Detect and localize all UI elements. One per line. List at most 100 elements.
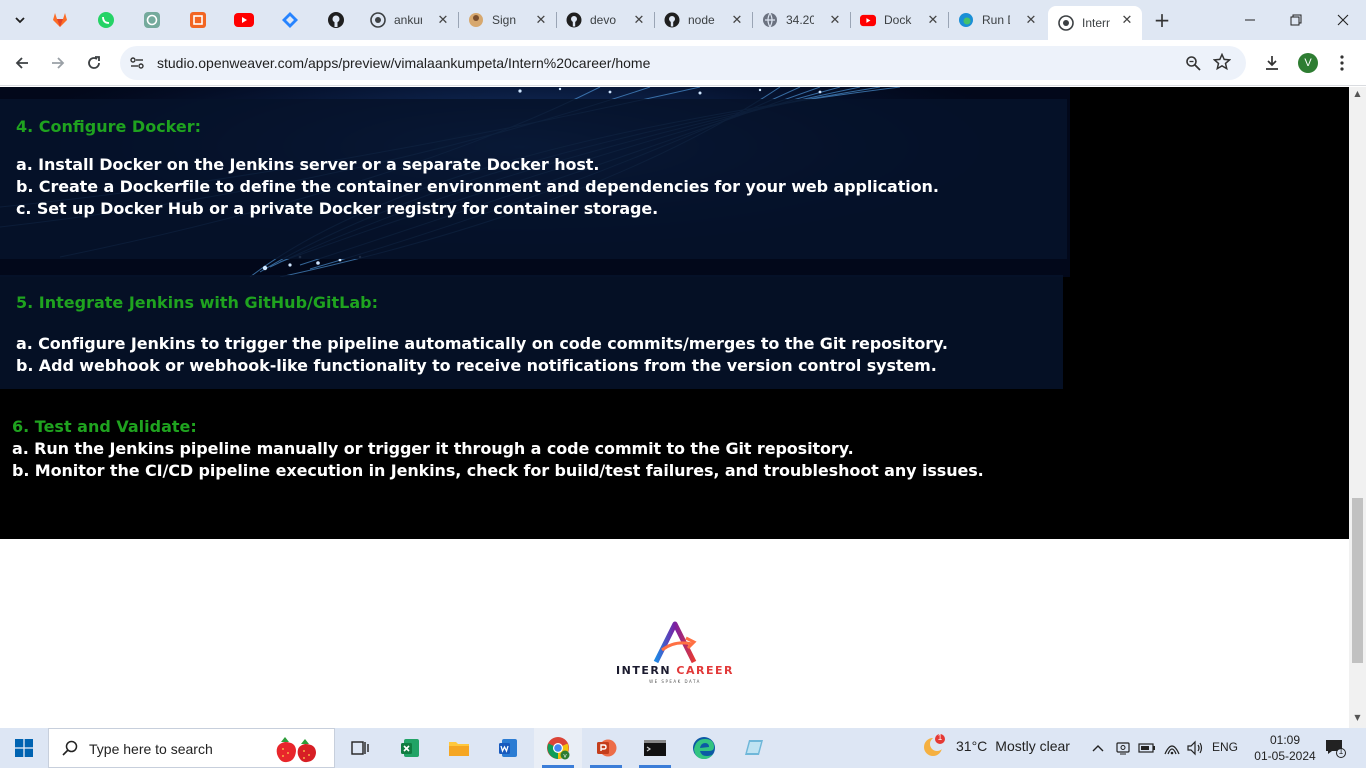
chevron-up-icon	[1092, 745, 1104, 752]
section-item: b. Add webhook or webhook-like functiona…	[16, 356, 937, 375]
browser-tab-strip: ankur ✕ Sign ✕ devo ✕ node ✕ 34.20 ✕ Doc…	[0, 0, 1366, 40]
youtube-icon	[234, 13, 254, 27]
section-item: a. Run the Jenkins pipeline manually or …	[12, 439, 854, 458]
tab-title: 34.20	[786, 13, 814, 27]
chatgpt-icon	[144, 12, 160, 28]
taskbar-clock[interactable]: 01:09 01-05-2024	[1250, 732, 1320, 764]
tab-item-active[interactable]: Intern ✕	[1048, 6, 1142, 40]
close-window-button[interactable]	[1323, 6, 1363, 34]
tab-title: Run D	[982, 13, 1010, 27]
zoom-icon[interactable]	[1184, 54, 1202, 72]
pinned-tab-gitlab[interactable]	[46, 8, 74, 32]
task-view-icon	[351, 741, 369, 755]
intern-career-logo-mark	[653, 621, 697, 664]
github-icon	[566, 12, 582, 28]
tab-item[interactable]: 34.20 ✕	[752, 6, 850, 34]
tab-title: node	[688, 13, 715, 27]
close-icon[interactable]: ✕	[1022, 11, 1040, 29]
taskbar-excel[interactable]	[386, 728, 434, 768]
tab-item[interactable]: devo ✕	[556, 6, 654, 34]
volume-tray[interactable]	[1185, 738, 1205, 758]
tab-item[interactable]: ankur ✕	[360, 6, 458, 34]
download-icon	[1266, 56, 1278, 70]
whatsapp-icon	[98, 12, 114, 28]
restore-button[interactable]	[1276, 6, 1316, 34]
pinned-tab-app[interactable]	[184, 8, 212, 32]
strawberry-highlight-icon	[276, 737, 316, 763]
tab-title: Sign	[492, 13, 517, 27]
taskbar-word[interactable]	[484, 728, 532, 768]
new-tab-button[interactable]: +	[1150, 8, 1174, 32]
pinned-tab-whatsapp[interactable]	[92, 8, 120, 32]
profile-avatar[interactable]: V	[1298, 53, 1318, 73]
logo-word-career: CAREER	[676, 664, 734, 677]
section-heading: 4. Configure Docker:	[16, 117, 202, 136]
language-indicator[interactable]: ENG	[1212, 740, 1238, 754]
address-bar[interactable]: studio.openweaver.com/apps/preview/vimal…	[120, 46, 1246, 80]
arrow-right-icon	[52, 57, 65, 69]
scroll-down-arrow-icon[interactable]: ▼	[1353, 714, 1362, 722]
wifi-tray[interactable]	[1162, 738, 1182, 758]
taskbar-app-window[interactable]	[729, 728, 777, 768]
tab-item[interactable]: Run D ✕	[948, 6, 1046, 34]
pinned-tab-github[interactable]	[322, 8, 350, 32]
arrow-left-icon	[15, 57, 28, 69]
section-item: a. Configure Jenkins to trigger the pipe…	[16, 334, 948, 353]
back-button[interactable]	[9, 50, 35, 76]
taskbar-file-explorer[interactable]	[435, 728, 483, 768]
start-button[interactable]	[0, 728, 48, 768]
intern-career-logo[interactable]: INTERN CAREER WE SPEAK DATA	[612, 620, 738, 688]
url-text[interactable]: studio.openweaver.com/apps/preview/vimal…	[157, 55, 650, 71]
scrollbar-thumb[interactable]	[1352, 498, 1363, 663]
taskbar-powerpoint[interactable]	[582, 728, 630, 768]
battery-tray[interactable]	[1137, 738, 1157, 758]
minimize-button[interactable]	[1230, 6, 1270, 34]
page-scrollbar[interactable]: ▲ ▼	[1349, 87, 1366, 728]
taskbar-edge[interactable]	[680, 728, 728, 768]
meet-now-tray[interactable]	[1113, 738, 1133, 758]
grid-app-icon	[190, 12, 206, 28]
forward-button[interactable]	[45, 50, 71, 76]
close-icon[interactable]: ✕	[532, 11, 550, 29]
downloads-button[interactable]	[1261, 52, 1283, 74]
globe-icon	[762, 12, 778, 28]
close-icon[interactable]: ✕	[924, 11, 942, 29]
close-icon[interactable]: ✕	[728, 11, 746, 29]
close-icon[interactable]: ✕	[434, 11, 452, 29]
task-view-button[interactable]	[336, 728, 384, 768]
section-item: a. Install Docker on the Jenkins server …	[16, 155, 600, 174]
edge-icon	[693, 737, 715, 759]
weather-widget[interactable]: 1 31°C Mostly clear	[922, 733, 1070, 758]
tab-item[interactable]: Sign ✕	[458, 6, 556, 34]
taskbar-chrome[interactable]: v	[534, 728, 582, 768]
tab-item[interactable]: node ✕	[654, 6, 752, 34]
logo-word-intern: INTERN	[616, 664, 672, 677]
weather-badge: 1	[937, 733, 943, 742]
logo-tagline: WE SPEAK DATA	[649, 679, 701, 684]
pinned-tab-jira[interactable]	[276, 8, 304, 32]
notification-center-button[interactable]: 1	[1322, 737, 1348, 759]
github-icon	[664, 12, 680, 28]
bookmark-star-icon[interactable]	[1212, 52, 1232, 72]
tab-search-dropdown-button[interactable]	[8, 8, 32, 32]
powerpoint-icon	[597, 739, 617, 757]
close-icon[interactable]: ✕	[630, 11, 648, 29]
close-icon[interactable]: ✕	[1118, 11, 1136, 29]
tab-item[interactable]: Dock ✕	[850, 6, 948, 34]
show-hidden-icons-button[interactable]	[1088, 738, 1108, 758]
reload-button[interactable]	[81, 50, 107, 76]
browser-menu-button[interactable]	[1334, 52, 1350, 74]
tab-title: devo	[590, 13, 617, 27]
chrome-icon: v	[547, 737, 570, 760]
chevron-down-icon	[15, 17, 25, 24]
scroll-up-arrow-icon[interactable]: ▲	[1353, 90, 1362, 98]
restore-icon	[1290, 14, 1302, 26]
site-info-icon[interactable]	[128, 54, 146, 72]
content-dark-section: 4. Configure Docker: a. Install Docker o…	[0, 87, 1349, 539]
pinned-tab-chatgpt[interactable]	[138, 8, 166, 32]
tab-title: Dock	[884, 13, 912, 27]
taskbar-terminal[interactable]	[631, 728, 679, 768]
taskbar-search-box[interactable]: Type here to search	[48, 728, 335, 768]
pinned-tab-youtube[interactable]	[230, 8, 258, 32]
close-icon[interactable]: ✕	[826, 11, 844, 29]
